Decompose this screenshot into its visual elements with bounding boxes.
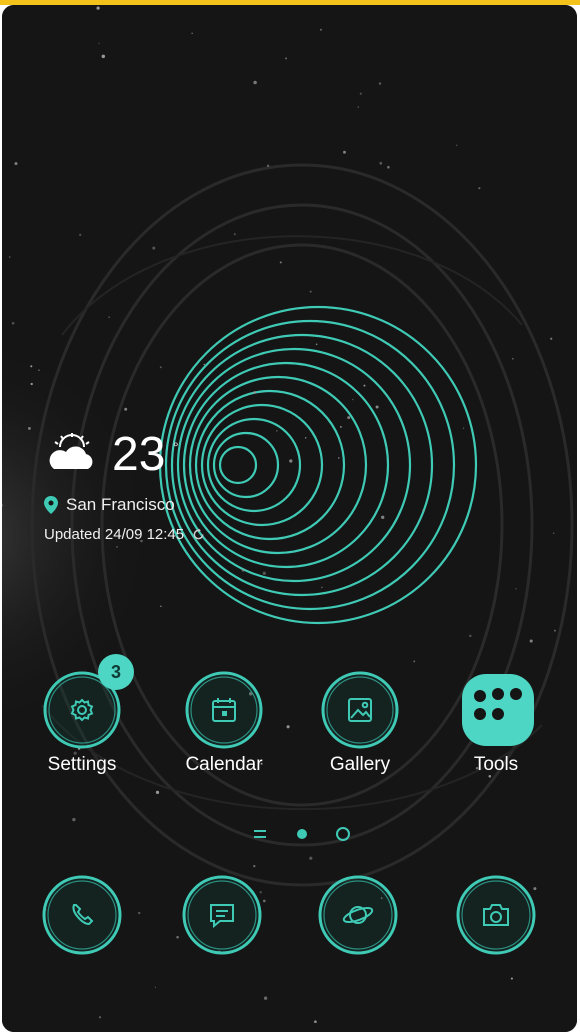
phone-icon[interactable] (40, 873, 124, 957)
star (98, 1016, 102, 1019)
camera-icon[interactable] (454, 873, 538, 957)
star (38, 369, 40, 372)
star (381, 515, 385, 519)
degree-symbol: ° (173, 439, 179, 455)
page-indicator[interactable] (242, 822, 362, 846)
tools-label: Tools (473, 754, 519, 775)
internet-icon[interactable] (316, 873, 400, 957)
star (309, 856, 313, 860)
star (30, 365, 33, 368)
star (455, 144, 458, 147)
star (529, 639, 533, 643)
star (266, 164, 270, 167)
star (176, 935, 179, 939)
weather-widget[interactable]: 23 ° San Francisco Updated 24/09 12:45 (42, 425, 342, 555)
star (72, 817, 76, 822)
gallery-icon (321, 671, 399, 749)
star (154, 986, 157, 988)
star (553, 532, 555, 534)
star (515, 588, 517, 590)
star (343, 150, 346, 154)
star (550, 337, 553, 340)
star (413, 660, 416, 663)
message-icon[interactable] (180, 873, 264, 957)
dot-outline-icon (336, 827, 350, 841)
partly-cloudy-icon (49, 433, 93, 469)
star (352, 398, 354, 401)
location-label: San Francisco (66, 495, 175, 514)
star (309, 290, 312, 293)
star (203, 363, 205, 366)
updated-row: Updated 24/09 12:45 (44, 523, 205, 545)
star (321, 586, 323, 589)
star (241, 568, 245, 572)
star (478, 187, 481, 190)
star (422, 509, 424, 512)
star (469, 634, 472, 638)
star (253, 391, 256, 394)
app-calendar[interactable]: Calendar (164, 670, 284, 780)
temperature-value: 23 (112, 428, 166, 481)
star (138, 911, 141, 915)
tools-folder-icon (462, 674, 534, 746)
star (101, 54, 106, 59)
app-gallery[interactable]: Gallery (300, 670, 420, 780)
star (14, 162, 18, 166)
star (79, 233, 82, 237)
star (319, 28, 322, 31)
star (347, 416, 351, 420)
star (357, 106, 360, 108)
star (462, 427, 465, 429)
star (286, 725, 290, 729)
star (124, 407, 128, 411)
refresh-icon[interactable] (192, 527, 205, 541)
star (262, 571, 266, 575)
star (379, 161, 383, 165)
location-row: San Francisco (44, 493, 175, 517)
star (152, 246, 156, 250)
star (30, 382, 33, 386)
menu-lines-icon (254, 830, 266, 838)
gallery-label: Gallery (329, 754, 391, 775)
location-pin-icon (44, 496, 58, 514)
star (315, 343, 318, 346)
star (27, 426, 31, 430)
star (554, 629, 556, 632)
star (96, 6, 100, 10)
star (359, 92, 362, 95)
star (363, 384, 366, 387)
calendar-label: Calendar (185, 754, 263, 775)
dot-filled-icon (297, 829, 307, 839)
app-tools-folder[interactable]: Tools (436, 670, 556, 780)
star (375, 405, 379, 409)
star (283, 580, 285, 582)
home-screen: 23 ° San Francisco Updated 24/09 12:45 S… (2, 5, 577, 1032)
star (191, 32, 193, 34)
star (253, 80, 257, 85)
star (159, 366, 162, 369)
star (263, 996, 268, 1000)
star (510, 977, 513, 980)
star (511, 357, 514, 360)
settings-label: Settings (47, 754, 117, 775)
star (8, 256, 11, 258)
star (285, 57, 288, 60)
star (279, 261, 282, 264)
notification-badge: 3 (98, 654, 134, 690)
star (233, 233, 236, 236)
star (108, 316, 110, 318)
star (378, 82, 382, 85)
star (387, 165, 390, 169)
star (314, 1020, 317, 1024)
star (98, 42, 100, 45)
updated-time: Updated 24/09 12:45 (44, 525, 185, 543)
star (160, 605, 162, 607)
calendar-icon (185, 671, 263, 749)
star (253, 864, 256, 868)
star (155, 790, 160, 795)
star (11, 321, 15, 325)
